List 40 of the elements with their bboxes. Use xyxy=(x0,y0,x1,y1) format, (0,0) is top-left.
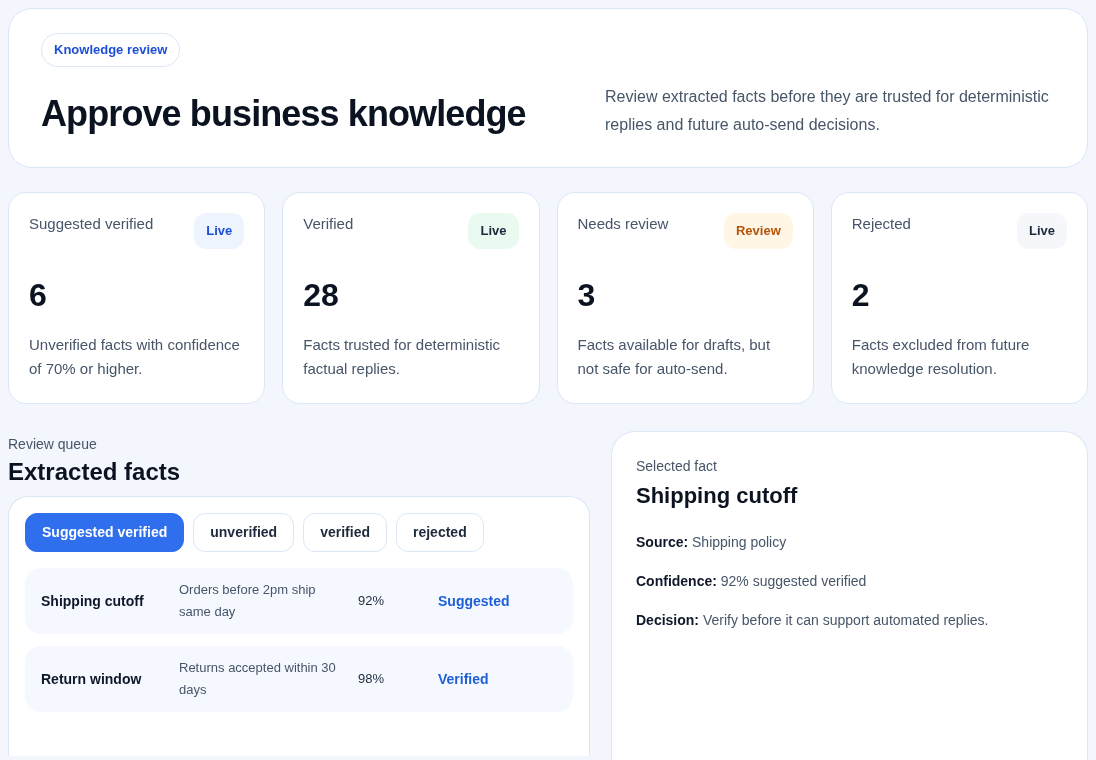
detail-title: Shipping cutoff xyxy=(636,482,799,510)
fact-name: Shipping cutoff xyxy=(41,591,145,611)
fact-row[interactable]: Shipping cutoff Orders before 2pm ship same day 92% Suggested xyxy=(25,568,573,634)
stat-label: Suggested verified xyxy=(29,214,154,234)
fact-status: Verified xyxy=(438,669,489,689)
detail-field: Decision: Verify before it can support automated replies. xyxy=(636,610,1063,631)
stat-value: 2 xyxy=(851,275,871,315)
filter-tab[interactable]: unverified xyxy=(193,513,295,552)
stat-label: Rejected xyxy=(851,214,911,234)
detail-field: Confidence: 92% suggested verified xyxy=(636,571,1063,592)
confidence-value: 98% xyxy=(358,670,386,689)
status-badge: Review xyxy=(723,213,793,249)
status-badge: Live xyxy=(468,213,519,249)
status-badge: Live xyxy=(1017,213,1067,249)
page-title: Approve business knowledge xyxy=(41,91,526,136)
fact-text: Returns accepted within 30 days xyxy=(179,659,337,699)
filter-tab[interactable]: verified xyxy=(303,513,387,552)
status-badge: Live xyxy=(194,213,245,249)
page-description: Review extracted facts before they are trusted for deterministic replies and future auto-send decisions. xyxy=(605,87,1050,135)
stat-value: 3 xyxy=(577,275,597,315)
filter-tab[interactable]: Suggested verified xyxy=(25,513,185,552)
fact-text: Orders before 2pm ship same day xyxy=(179,581,317,621)
detail-field: Source: Shipping policy xyxy=(636,532,1063,553)
stat-note: Facts trusted for deterministic factual replies. xyxy=(303,334,501,379)
filter-tab[interactable]: rejected xyxy=(396,513,484,552)
stat-note: Unverified facts with confidence of 70% or higher. xyxy=(29,334,241,379)
stat-note: Facts excluded from future knowledge resolution. xyxy=(851,334,1031,379)
fact-name: Return window xyxy=(41,669,143,689)
confidence-value: 92% xyxy=(358,592,386,611)
stat-note: Facts available for drafts, but not safe for auto-send. xyxy=(577,334,772,379)
section-title: Extracted facts xyxy=(8,457,182,487)
stat-value: 6 xyxy=(29,275,48,315)
section-eyebrow: Review queue xyxy=(8,435,98,454)
category-badge: Knowledge review xyxy=(41,33,181,67)
detail-eyebrow: Selected fact xyxy=(636,457,718,476)
fact-status: Suggested xyxy=(438,591,510,611)
fact-row[interactable]: Return window Returns accepted within 30 days 98% Verified xyxy=(25,646,573,712)
stat-label: Verified xyxy=(303,214,354,234)
stat-value: 28 xyxy=(303,275,340,315)
stat-label: Needs review xyxy=(577,214,669,234)
